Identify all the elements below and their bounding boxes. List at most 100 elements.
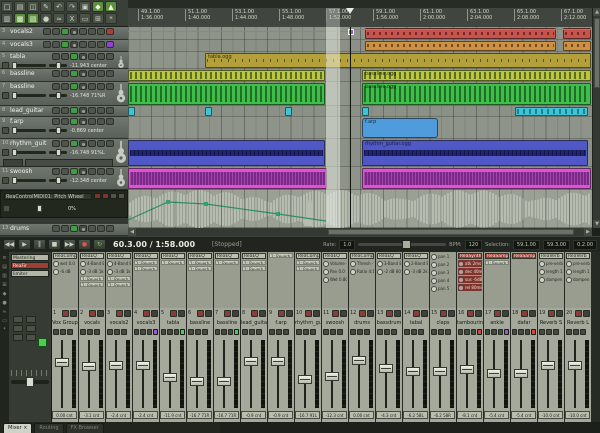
track-solo-button[interactable] <box>97 28 105 35</box>
track-pan-slider[interactable] <box>49 129 67 132</box>
envelope-value-slider[interactable] <box>13 207 65 210</box>
track-name[interactable]: drums <box>10 225 29 232</box>
strip-solo-button[interactable] <box>502 310 509 317</box>
track-fx-button[interactable] <box>70 83 78 90</box>
track-fx-button[interactable] <box>61 28 69 35</box>
mixer-strip-bassdrum[interactable]: ReaEQ3-Band EQ-2 dB 8013bassdrum-4.3 cnt <box>376 252 402 422</box>
volume-fader-thumb[interactable] <box>487 369 501 378</box>
strip-phase-button[interactable] <box>242 329 248 335</box>
track-mute-button[interactable] <box>97 53 105 60</box>
send-slot[interactable]: 1: Reverb S <box>80 276 104 281</box>
crossfade-icon[interactable]: X <box>66 13 78 24</box>
edit-cursor[interactable] <box>350 27 351 228</box>
docker-tab-mixer[interactable]: Mixer × <box>3 423 32 433</box>
strip-mute-button[interactable] <box>116 310 123 317</box>
media-item[interactable] <box>205 107 212 116</box>
track-mute-box[interactable] <box>2 92 9 99</box>
track-solo-button[interactable] <box>106 140 114 147</box>
track-io-button[interactable] <box>61 168 69 175</box>
edit-cursor-marker-icon[interactable] <box>346 8 354 14</box>
track-recarm-button[interactable] <box>79 168 87 175</box>
fx-param-knob[interactable]: pan 2 <box>431 261 455 268</box>
strip-io-button[interactable] <box>140 329 145 335</box>
send-slot[interactable]: 1: Reverb L <box>188 266 212 271</box>
strip-solo-button[interactable] <box>70 310 77 317</box>
strip-name[interactable]: rhythm_gui <box>295 319 321 327</box>
fx-slot[interactable]: ReaVerb <box>566 253 590 259</box>
volume-fader-thumb[interactable] <box>190 377 204 386</box>
strip-solo-button[interactable] <box>178 310 185 317</box>
mixer-toolbar-icon[interactable]: ● <box>2 300 6 306</box>
track-accent-button[interactable] <box>106 41 114 48</box>
track-panel-rhythm_guit[interactable]: 10rhythm_guit-16.748 91%L <box>0 139 128 167</box>
track-monitor-button[interactable] <box>88 70 96 77</box>
strip-pan-knob[interactable] <box>445 329 451 335</box>
strip-solo-button[interactable] <box>448 310 455 317</box>
media-item[interactable] <box>362 107 369 116</box>
fx-param-knob[interactable]: 3-Band EQ <box>377 260 401 267</box>
fx-slot[interactable]: ReaEQ <box>242 253 266 259</box>
strip-name[interactable]: ankle <box>484 319 510 327</box>
track-panel-bassline[interactable]: 6bassline <box>0 69 128 82</box>
fx-param-knob[interactable]: -2 dB 80 <box>377 268 401 275</box>
track-panel-swoosh[interactable]: 11swoosh-12.348 center <box>0 167 128 190</box>
track-monitor-button[interactable] <box>88 168 96 175</box>
master-io-button[interactable] <box>13 334 23 341</box>
track-name[interactable]: bassline <box>10 70 35 77</box>
strip-solo-button[interactable] <box>259 310 266 317</box>
master-fx-slot[interactable]: Mastering <box>11 254 49 261</box>
metronome-icon[interactable]: ▲ <box>105 1 117 12</box>
strip-mute-button[interactable] <box>170 310 177 317</box>
fx-param-knob[interactable]: -3 dB 2k <box>404 268 428 275</box>
strip-recarm-led[interactable] <box>234 329 239 335</box>
strip-mute-button[interactable] <box>521 310 528 317</box>
track-fx-button[interactable] <box>70 118 78 125</box>
fx-slot[interactable]: ReaEQ <box>80 253 104 259</box>
save-project-icon[interactable]: ◫ <box>27 1 39 12</box>
strip-mute-button[interactable] <box>386 310 393 317</box>
media-item[interactable]: bassline.ogg <box>362 70 591 81</box>
media-item[interactable] <box>128 107 135 116</box>
track-solo-button[interactable] <box>106 53 114 60</box>
track-env-button[interactable] <box>52 107 60 114</box>
send-slot[interactable]: 1: Reverb S <box>134 260 158 265</box>
track-panel-drums[interactable]: 13drums <box>0 224 128 236</box>
media-item[interactable] <box>563 41 591 51</box>
track-pan-slider[interactable] <box>49 151 67 154</box>
track-name[interactable]: vocals3 <box>10 41 33 48</box>
strip-name[interactable]: tabla <box>160 319 186 327</box>
send-slot[interactable]: 1: Reverb S <box>161 260 185 265</box>
strip-mute-button[interactable] <box>575 310 582 317</box>
strip-solo-button[interactable] <box>205 310 212 317</box>
mixer-strip-vocals[interactable]: ReaEQ4-Band EQ-3 dB 1k1: Reverb S1: Reve… <box>79 252 105 422</box>
strip-phase-button[interactable] <box>269 329 275 335</box>
track-env-button[interactable] <box>43 28 51 35</box>
fx-slot[interactable]: ReaEQ <box>215 253 239 259</box>
envelope-arm-button[interactable] <box>102 193 109 199</box>
track-io-button[interactable] <box>52 28 60 35</box>
track-recarm-button[interactable] <box>79 140 87 147</box>
record-mode-icon[interactable]: ● <box>40 13 52 24</box>
send-slot[interactable]: 1: Reverb S <box>188 260 212 265</box>
mixer-strip-f.arp[interactable]: 1: Reverb L9f.arp-0.9 cnt <box>268 252 294 422</box>
strip-solo-button[interactable] <box>97 310 104 317</box>
fx-param-knob[interactable]: 4-Band EQ <box>107 260 131 267</box>
media-item[interactable]: tabla.ogg <box>205 53 591 68</box>
media-explorer-icon[interactable]: ▭ <box>79 13 91 24</box>
ripple-edit-icon[interactable]: ▧ <box>27 13 39 24</box>
mixer-toolbar-icon[interactable]: ◆ <box>3 291 7 297</box>
strip-solo-button[interactable] <box>583 310 590 317</box>
strip-solo-button[interactable] <box>313 310 320 317</box>
volume-fader-thumb[interactable] <box>541 361 555 370</box>
track-recarm-button[interactable] <box>79 83 87 90</box>
track-recarm-button[interactable] <box>70 41 78 48</box>
media-item[interactable] <box>128 168 327 189</box>
mixer-strip-bassline[interactable]: ReaEQ1: Reverb L7bassline-16.7 71R <box>214 252 240 422</box>
master-fx-slot[interactable]: limiter <box>11 270 49 277</box>
send-slot[interactable]: 1: Reverb S <box>296 260 320 265</box>
fx-slot[interactable]: ReaComp <box>350 253 374 259</box>
fx-param-knob[interactable]: 2-Band EQ <box>404 260 428 267</box>
fx-param-knob[interactable]: dampen -6dB <box>566 276 590 283</box>
send-slot[interactable]: 1: Reverb L <box>269 253 293 258</box>
strip-mute-button[interactable] <box>278 310 285 317</box>
